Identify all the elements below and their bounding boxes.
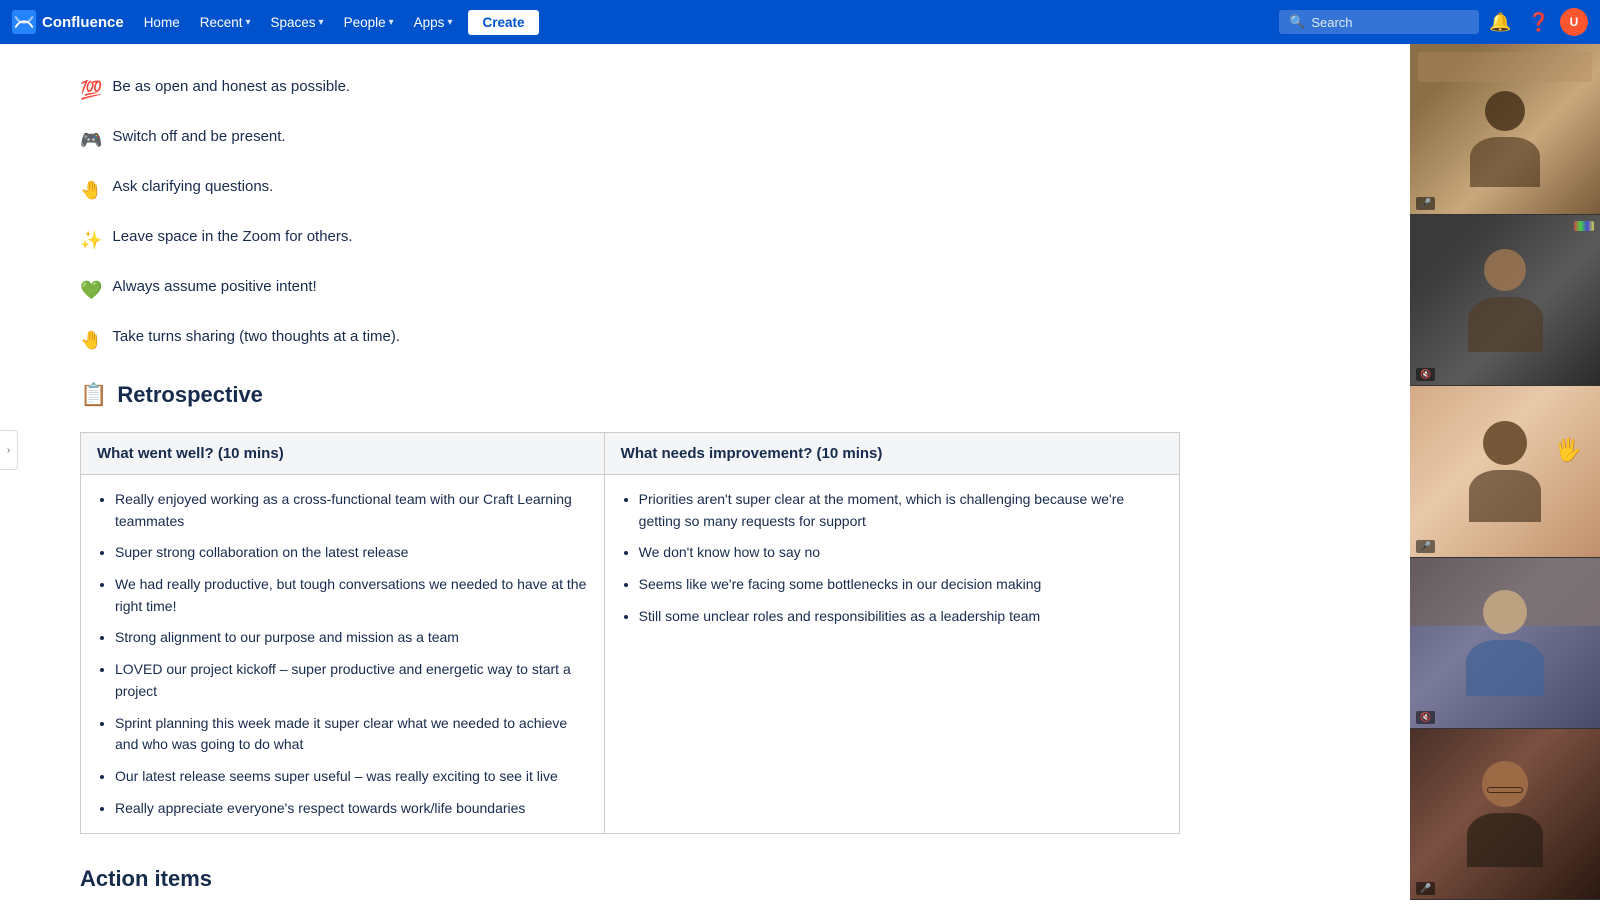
notifications-button[interactable]: 🔔: [1483, 8, 1517, 37]
nav-apps[interactable]: Apps▾: [406, 11, 461, 34]
video-tile-5: 🎤: [1410, 729, 1600, 900]
bullet-item: 🤚 Ask clarifying questions.: [80, 176, 1180, 204]
list-item: Priorities aren't super clear at the mom…: [639, 489, 1163, 532]
col2-header: What needs improvement? (10 mins): [604, 433, 1179, 475]
video-tile-3: 🖐 🎤: [1410, 386, 1600, 557]
nav-home[interactable]: Home: [136, 11, 188, 34]
bullet-item: 💯 Be as open and honest as possible.: [80, 76, 1180, 104]
list-item: Seems like we're facing some bottlenecks…: [639, 574, 1163, 596]
bullet-emoji-3: ✨: [80, 227, 102, 254]
bullet-item: 🤚 Take turns sharing (two thoughts at a …: [80, 326, 1180, 354]
search-icon: 🔍: [1289, 14, 1305, 30]
col2-body: Priorities aren't super clear at the mom…: [604, 475, 1179, 834]
col1-body: Really enjoyed working as a cross-functi…: [81, 475, 605, 834]
list-item: Still some unclear roles and responsibil…: [639, 606, 1163, 628]
create-button[interactable]: Create: [468, 10, 538, 35]
retrospective-title: Retrospective: [117, 382, 263, 408]
list-item: LOVED our project kickoff – super produc…: [115, 659, 588, 702]
list-item: Strong alignment to our purpose and miss…: [115, 627, 588, 649]
bullet-text-0: Be as open and honest as possible.: [112, 76, 350, 99]
bullet-text-4: Always assume positive intent!: [112, 276, 316, 299]
video-tile-1: 🎤: [1410, 44, 1600, 215]
search-box[interactable]: 🔍 Search: [1279, 10, 1479, 34]
list-item: We had really productive, but tough conv…: [115, 574, 588, 617]
bullet-emoji-4: 💚: [80, 277, 102, 304]
list-item: We don't know how to say no: [639, 542, 1163, 564]
nav-logo[interactable]: Confluence: [12, 10, 124, 34]
action-items-heading: Action items: [80, 866, 1180, 892]
video-tile-4: 🔇: [1410, 558, 1600, 729]
bullet-item: 💚 Always assume positive intent!: [80, 276, 1180, 304]
list-item: Really appreciate everyone's respect tow…: [115, 798, 588, 820]
bullet-item: ✨ Leave space in the Zoom for others.: [80, 226, 1180, 254]
bullet-text-5: Take turns sharing (two thoughts at a ti…: [112, 326, 400, 349]
bullet-emoji-1: 🎮: [80, 127, 102, 154]
video-panel: 🎤 🔇 🖐 🎤: [1410, 44, 1600, 900]
bullet-text-1: Switch off and be present.: [112, 126, 285, 149]
user-avatar[interactable]: U: [1560, 8, 1588, 36]
bullet-emoji-0: 💯: [80, 77, 102, 104]
nav-spaces[interactable]: Spaces▾: [263, 11, 332, 34]
list-item: Our latest release seems super useful – …: [115, 766, 588, 788]
retrospective-emoji: 📋: [80, 382, 107, 408]
bullet-emoji-2: 🤚: [80, 177, 102, 204]
list-item: Super strong collaboration on the latest…: [115, 542, 588, 564]
bullet-list: 💯 Be as open and honest as possible. 🎮 S…: [80, 76, 1180, 354]
nav-people[interactable]: People▾: [336, 11, 402, 34]
bullet-text-2: Ask clarifying questions.: [112, 176, 273, 199]
bullet-item: 🎮 Switch off and be present.: [80, 126, 1180, 154]
nav-recent[interactable]: Recent▾: [192, 11, 259, 34]
help-button[interactable]: ❓: [1522, 8, 1556, 37]
logo-text: Confluence: [42, 14, 124, 31]
list-item: Sprint planning this week made it super …: [115, 713, 588, 756]
search-label: Search: [1311, 15, 1352, 30]
retrospective-table: What went well? (10 mins) What needs imp…: [80, 432, 1180, 834]
bullet-emoji-5: 🤚: [80, 327, 102, 354]
sidebar-toggle[interactable]: ›: [0, 430, 18, 470]
list-item: Really enjoyed working as a cross-functi…: [115, 489, 588, 532]
bullet-text-3: Leave space in the Zoom for others.: [112, 226, 352, 249]
col1-header: What went well? (10 mins): [81, 433, 605, 475]
video-tile-2: 🔇: [1410, 215, 1600, 386]
section-heading-retrospective: 📋 Retrospective: [80, 382, 1180, 408]
